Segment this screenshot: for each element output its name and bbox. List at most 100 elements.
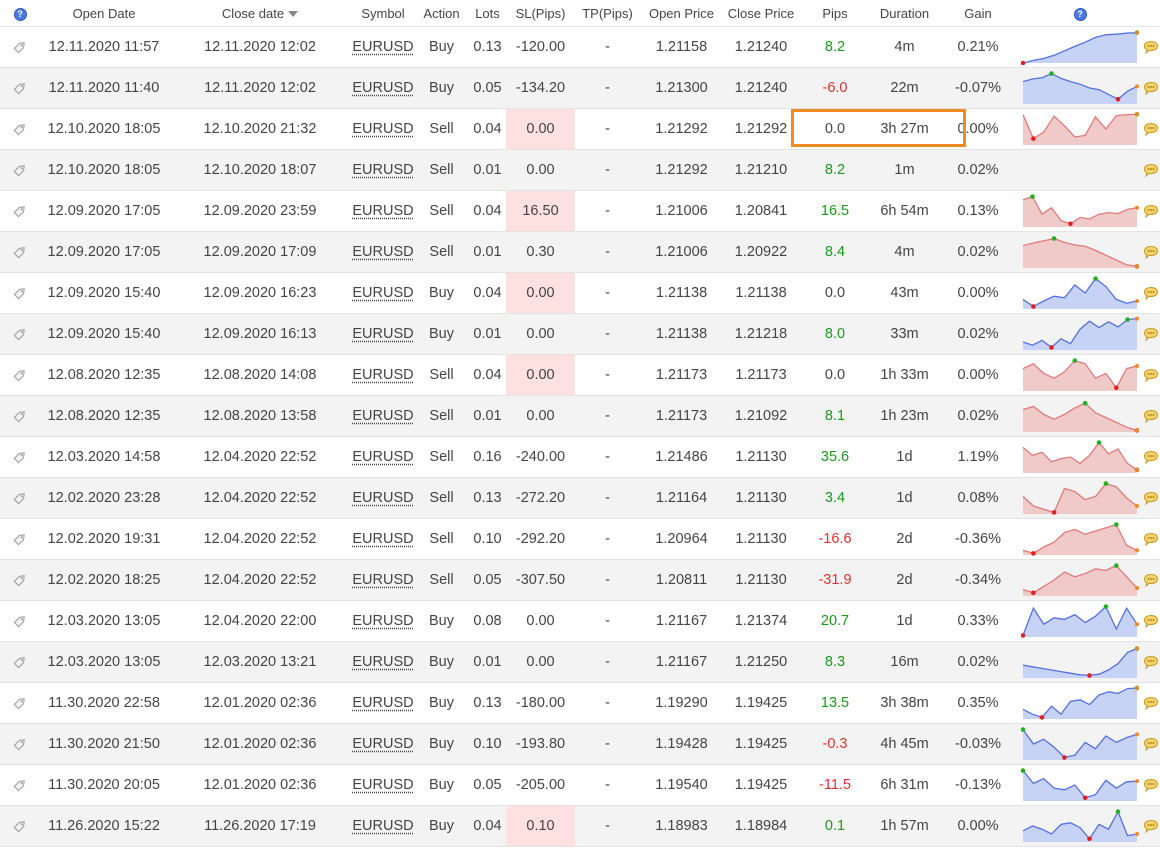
help-icon[interactable]: ? (13, 7, 27, 21)
trade-sparkline[interactable] (1018, 149, 1142, 191)
table-row[interactable]: 12.09.2020 17:05 12.09.2020 23:59 EURUSD Se… (0, 190, 1160, 232)
trade-sparkline[interactable] (1018, 436, 1142, 478)
note-cell[interactable] (1142, 108, 1160, 150)
trade-sparkline[interactable] (1018, 682, 1142, 724)
comment-bubble-icon[interactable] (1142, 696, 1160, 710)
tag-icon[interactable] (0, 735, 40, 753)
symbol-link[interactable]: EURUSD (352, 121, 413, 137)
note-cell[interactable] (1142, 600, 1160, 642)
symbol-link[interactable]: EURUSD (352, 203, 413, 219)
comment-bubble-icon[interactable] (1142, 655, 1160, 669)
symbol-link[interactable]: EURUSD (352, 490, 413, 506)
symbol-link[interactable]: EURUSD (352, 162, 413, 178)
header-pips[interactable]: Pips (799, 0, 871, 27)
row-tag-cell[interactable] (0, 805, 40, 847)
header-open-date[interactable]: Open Date (40, 0, 168, 27)
symbol-link[interactable]: EURUSD (352, 408, 413, 424)
note-cell[interactable] (1142, 395, 1160, 437)
row-tag-cell[interactable] (0, 764, 40, 806)
trade-sparkline[interactable] (1018, 805, 1142, 847)
row-tag-cell[interactable] (0, 354, 40, 396)
comment-bubble-icon[interactable] (1142, 614, 1160, 628)
symbol-link[interactable]: EURUSD (352, 449, 413, 465)
comment-bubble-icon[interactable] (1142, 40, 1160, 54)
trade-sparkline[interactable] (1018, 67, 1142, 109)
row-tag-cell[interactable] (0, 313, 40, 355)
row-tag-cell[interactable] (0, 108, 40, 150)
tag-icon[interactable] (0, 161, 40, 179)
table-row[interactable]: 11.30.2020 22:58 12.01.2020 02:36 EURUSD Bu… (0, 682, 1160, 724)
tag-icon[interactable] (0, 571, 40, 589)
tag-icon[interactable] (0, 817, 40, 835)
header-lots[interactable]: Lots (469, 0, 506, 27)
symbol-link[interactable]: EURUSD (352, 572, 413, 588)
table-row[interactable]: 12.10.2020 18:05 12.10.2020 18:07 EURUSD Se… (0, 149, 1160, 191)
table-row[interactable]: 12.03.2020 13:05 12.04.2020 22:00 EURUSD Bu… (0, 600, 1160, 642)
tag-icon[interactable] (0, 366, 40, 384)
row-tag-cell[interactable] (0, 26, 40, 68)
tag-icon[interactable] (0, 530, 40, 548)
header-tp[interactable]: TP(Pips) (575, 0, 640, 27)
tag-icon[interactable] (0, 612, 40, 630)
table-row[interactable]: 12.09.2020 15:40 12.09.2020 16:13 EURUSD Bu… (0, 313, 1160, 355)
header-duration[interactable]: Duration (871, 0, 938, 27)
header-open-price[interactable]: Open Price (640, 0, 723, 27)
trade-sparkline[interactable] (1018, 518, 1142, 560)
symbol-link[interactable]: EURUSD (352, 695, 413, 711)
comment-bubble-icon[interactable] (1142, 450, 1160, 464)
row-tag-cell[interactable] (0, 723, 40, 765)
trade-sparkline[interactable] (1018, 190, 1142, 232)
table-row[interactable]: 12.03.2020 13:05 12.03.2020 13:21 EURUSD Bu… (0, 641, 1160, 683)
comment-bubble-icon[interactable] (1142, 122, 1160, 136)
symbol-link[interactable]: EURUSD (352, 80, 413, 96)
trade-sparkline[interactable] (1018, 26, 1142, 68)
header-close-price[interactable]: Close Price (723, 0, 799, 27)
tag-icon[interactable] (0, 407, 40, 425)
comment-bubble-icon[interactable] (1142, 819, 1160, 833)
symbol-link[interactable]: EURUSD (352, 736, 413, 752)
table-row[interactable]: 12.08.2020 12:35 12.08.2020 14:08 EURUSD Se… (0, 354, 1160, 396)
comment-bubble-icon[interactable] (1142, 737, 1160, 751)
tag-icon[interactable] (0, 38, 40, 56)
trade-sparkline[interactable] (1018, 641, 1142, 683)
symbol-link[interactable]: EURUSD (352, 818, 413, 834)
comment-bubble-icon[interactable] (1142, 491, 1160, 505)
note-cell[interactable] (1142, 272, 1160, 314)
trade-sparkline[interactable] (1018, 764, 1142, 806)
row-tag-cell[interactable] (0, 682, 40, 724)
comment-bubble-icon[interactable] (1142, 778, 1160, 792)
table-row[interactable]: 12.02.2020 23:28 12.04.2020 22:52 EURUSD Se… (0, 477, 1160, 519)
header-gain[interactable]: Gain (938, 0, 1018, 27)
note-cell[interactable] (1142, 231, 1160, 273)
note-cell[interactable] (1142, 26, 1160, 68)
comment-bubble-icon[interactable] (1142, 286, 1160, 300)
tag-icon[interactable] (0, 284, 40, 302)
trade-sparkline[interactable] (1018, 313, 1142, 355)
table-row[interactable]: 11.30.2020 21:50 12.01.2020 02:36 EURUSD Bu… (0, 723, 1160, 765)
comment-bubble-icon[interactable] (1142, 368, 1160, 382)
symbol-link[interactable]: EURUSD (352, 531, 413, 547)
header-sl[interactable]: SL(Pips) (506, 0, 575, 27)
note-cell[interactable] (1142, 313, 1160, 355)
tag-icon[interactable] (0, 202, 40, 220)
note-cell[interactable] (1142, 436, 1160, 478)
row-tag-cell[interactable] (0, 559, 40, 601)
row-tag-cell[interactable] (0, 149, 40, 191)
symbol-link[interactable]: EURUSD (352, 244, 413, 260)
note-cell[interactable] (1142, 559, 1160, 601)
note-cell[interactable] (1142, 477, 1160, 519)
trade-sparkline[interactable] (1018, 395, 1142, 437)
note-cell[interactable] (1142, 518, 1160, 560)
table-row[interactable]: 11.30.2020 20:05 12.01.2020 02:36 EURUSD Bu… (0, 764, 1160, 806)
tag-icon[interactable] (0, 489, 40, 507)
table-row[interactable]: 12.08.2020 12:35 12.08.2020 13:58 EURUSD Se… (0, 395, 1160, 437)
note-cell[interactable] (1142, 67, 1160, 109)
tag-icon[interactable] (0, 776, 40, 794)
header-chart-help[interactable]: ? (1018, 0, 1142, 27)
trade-sparkline[interactable] (1018, 108, 1142, 150)
table-row[interactable]: 12.02.2020 18:25 12.04.2020 22:52 EURUSD Se… (0, 559, 1160, 601)
comment-bubble-icon[interactable] (1142, 245, 1160, 259)
trade-sparkline[interactable] (1018, 559, 1142, 601)
table-row[interactable]: 11.26.2020 15:22 11.26.2020 17:19 EURUSD Bu… (0, 805, 1160, 847)
help-icon[interactable]: ? (1073, 7, 1087, 21)
